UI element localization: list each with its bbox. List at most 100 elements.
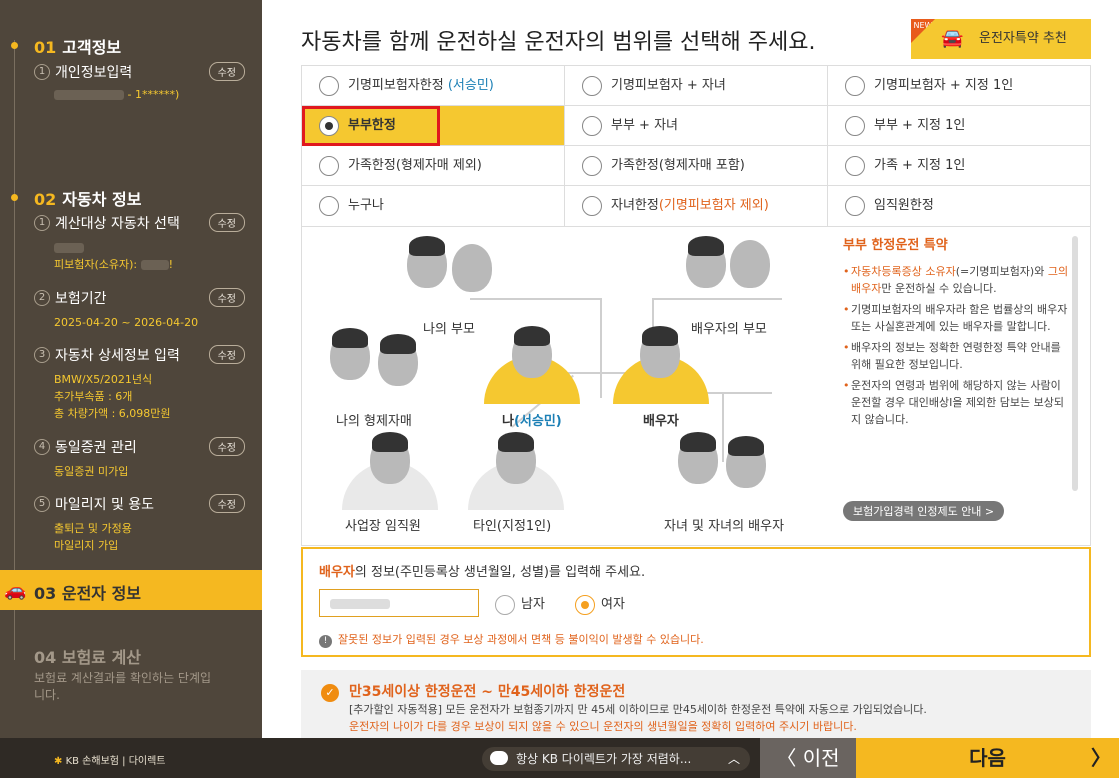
sub-detail: 동일증권 미가입	[54, 465, 129, 478]
label-me: 나(서승민)	[502, 414, 562, 429]
label-other: 타인(지정1인)	[473, 519, 552, 534]
new-badge: NEW	[911, 19, 935, 43]
radio-button[interactable]	[319, 156, 339, 176]
age-limit-notice: ✓ 만35세이상 한정운전 ~ 만45세이하 한정운전 [추가할인 자동적용] …	[301, 670, 1091, 738]
chevron-right-icon: 〉	[1091, 746, 1111, 770]
sub-vehicle-select: 1 계산대상 자동차 선택 수정 피보험자(소유자): !	[34, 213, 249, 273]
radio-button[interactable]	[319, 196, 339, 216]
prev-button[interactable]: 〈 이전	[760, 738, 856, 778]
option-row: 부부한정 부부 + 자녀 부부 + 지정 1인	[302, 106, 1090, 146]
radio-button[interactable]	[495, 594, 515, 615]
option-family-incl[interactable]: 가족한정(형제자매 포함)	[565, 146, 828, 185]
radio-button[interactable]	[845, 116, 865, 136]
label-spouse-parents: 배우자의 부모	[691, 322, 767, 337]
sidebar: 01 고객정보 1 개인정보입력 수정 - 1******) 02 자동차 정보 1계…	[0, 0, 262, 738]
option-couple-children[interactable]: 부부 + 자녀	[565, 106, 828, 145]
radio-button[interactable]	[582, 196, 602, 216]
kb-logo: ✱ KB 손해보험 | 다이렉트	[54, 756, 166, 767]
sub-detail: - 1******)	[127, 88, 180, 101]
chat-banner[interactable]: 항상 KB 다이렉트가 가장 저렴하... ︿	[482, 747, 750, 771]
option-anyone[interactable]: 누구나	[302, 186, 565, 226]
option-children-only[interactable]: 자녀한정(기명피보험자 제외)	[565, 186, 828, 226]
driver-car-icon: 🚘	[941, 28, 964, 49]
masked-text	[54, 243, 84, 253]
driver-recommend-button[interactable]: NEW 🚘 운전자특약 추천	[911, 19, 1091, 59]
notice-title: 만35세이상 한정운전 ~ 만45세이하 한정운전	[349, 684, 626, 700]
step-dot	[11, 194, 18, 201]
special-title: 부부 한정운전 특약	[843, 238, 948, 253]
radio-button[interactable]	[582, 76, 602, 96]
sub-number: 1	[34, 64, 50, 80]
option-named-insured-one[interactable]: 기명피보험자 + 지정 1인	[828, 66, 1090, 105]
label-siblings: 나의 형제자매	[336, 414, 412, 429]
step-2-heading: 02 자동차 정보	[34, 190, 142, 209]
scrollbar[interactable]	[1072, 236, 1078, 491]
progress-rail	[14, 40, 15, 660]
sub-detail: BMW/X5/2021년식	[54, 373, 153, 386]
step-1-heading: 01 고객정보	[34, 38, 122, 57]
father-figure	[407, 236, 447, 288]
masked-text	[140, 260, 169, 270]
radio-button[interactable]	[845, 156, 865, 176]
insurance-history-guide-button[interactable]: 보험가입경력 인정제도 안내 >	[843, 501, 1005, 521]
radio-button[interactable]	[575, 594, 595, 615]
sub-detail: 총 차량가액 : 6,098만원	[54, 407, 171, 420]
option-family-one[interactable]: 가족 + 지정 1인	[828, 146, 1090, 185]
label-my-parents: 나의 부모	[423, 322, 475, 337]
radio-button[interactable]	[319, 116, 339, 136]
radio-button[interactable]	[845, 196, 865, 216]
option-named-insured-children[interactable]: 기명피보험자 + 자녀	[565, 66, 828, 105]
edit-button[interactable]: 수정	[208, 62, 245, 81]
sub-detail: 마일리지 가입	[54, 539, 119, 552]
gender-male[interactable]: 남자	[495, 593, 545, 615]
edit-button[interactable]: 수정	[208, 437, 245, 456]
notice-line: [추가할인 자동적용] 모든 운전자가 보험종기까지 만 45세 이하이므로 만…	[349, 703, 927, 716]
edit-button[interactable]: 수정	[208, 345, 245, 364]
chevron-left-icon: 〈	[776, 746, 797, 770]
step-3-active: 🚗 03 운전자 정보	[0, 570, 262, 610]
chevron-up-icon[interactable]: ︿	[728, 747, 740, 771]
option-family-excl[interactable]: 가족한정(형제자매 제외)	[302, 146, 565, 185]
connector-line	[652, 298, 782, 300]
father-in-law-figure	[686, 236, 726, 288]
car-icon: 🚗	[4, 580, 27, 601]
sub-mileage: 5 마일리지 및 용도 수정 출퇴근 및 가정용 마일리지 가입	[34, 494, 249, 554]
next-button[interactable]: 다음 〉	[856, 738, 1119, 778]
masked-text	[54, 90, 124, 100]
option-couple[interactable]: 부부한정	[302, 106, 565, 146]
notice-warning: 운전자의 나이가 다를 경우 보상이 되지 않을 수 있으니 운전자의 생년월일…	[349, 720, 857, 733]
birthdate-input[interactable]	[319, 589, 479, 617]
edit-button[interactable]: 수정	[208, 213, 245, 232]
info-bullet: 배우자의 정보는 정확한 연령한정 특약 안내를 위해 필요한 정보입니다.	[843, 339, 1071, 373]
page-title: 자동차를 함께 운전하실 운전자의 범위를 선택해 주세요.	[301, 30, 816, 55]
brother-figure	[330, 328, 370, 380]
radio-button[interactable]	[582, 116, 602, 136]
sub-personal-info: 1 개인정보입력 수정 - 1******)	[34, 62, 249, 103]
radio-button[interactable]	[582, 156, 602, 176]
connector-line	[722, 392, 724, 462]
gender-female[interactable]: 여자	[575, 593, 625, 615]
edit-button[interactable]: 수정	[208, 494, 245, 513]
sister-figure	[378, 334, 418, 386]
label-spouse: 배우자	[643, 414, 679, 429]
sub-detail: 출퇴근 및 가정용	[54, 522, 132, 535]
mother-figure	[452, 244, 492, 292]
warning-text: ! 잘못된 정보가 입력된 경우 보상 과정에서 면책 등 불이익이 발생할 수 …	[319, 631, 704, 648]
radio-button[interactable]	[845, 76, 865, 96]
chat-bubble-icon	[490, 751, 508, 765]
radio-button[interactable]	[319, 76, 339, 96]
edit-button[interactable]: 수정	[208, 288, 245, 307]
child-spouse-figure	[726, 436, 766, 488]
info-bullet: 기명피보험자의 배우자라 함은 법률상의 배우자 또는 사실혼관계에 있는 배우…	[843, 301, 1071, 335]
option-couple-one[interactable]: 부부 + 지정 1인	[828, 106, 1090, 145]
mother-in-law-figure	[730, 240, 770, 288]
sub-vehicle-detail: 3 자동차 상세정보 입력 수정 BMW/X5/2021년식 추가부속품 : 6개…	[34, 345, 249, 422]
bottom-bar: ✱ KB 손해보험 | 다이렉트 항상 KB 다이렉트가 가장 저렴하... ︿…	[0, 738, 1119, 778]
masked-text	[330, 599, 390, 609]
option-named-insured[interactable]: 기명피보험자한정 (서승민)	[302, 66, 565, 105]
step-4-desc: 보험료 계산결과를 확인하는 단계입니다.	[34, 671, 212, 702]
option-employees[interactable]: 임직원한정	[828, 186, 1090, 226]
label-children: 자녀 및 자녀의 배우자	[664, 519, 785, 534]
sub-detail: 2025-04-20 ~ 2026-04-20	[54, 316, 199, 329]
alert-icon: !	[319, 635, 332, 648]
